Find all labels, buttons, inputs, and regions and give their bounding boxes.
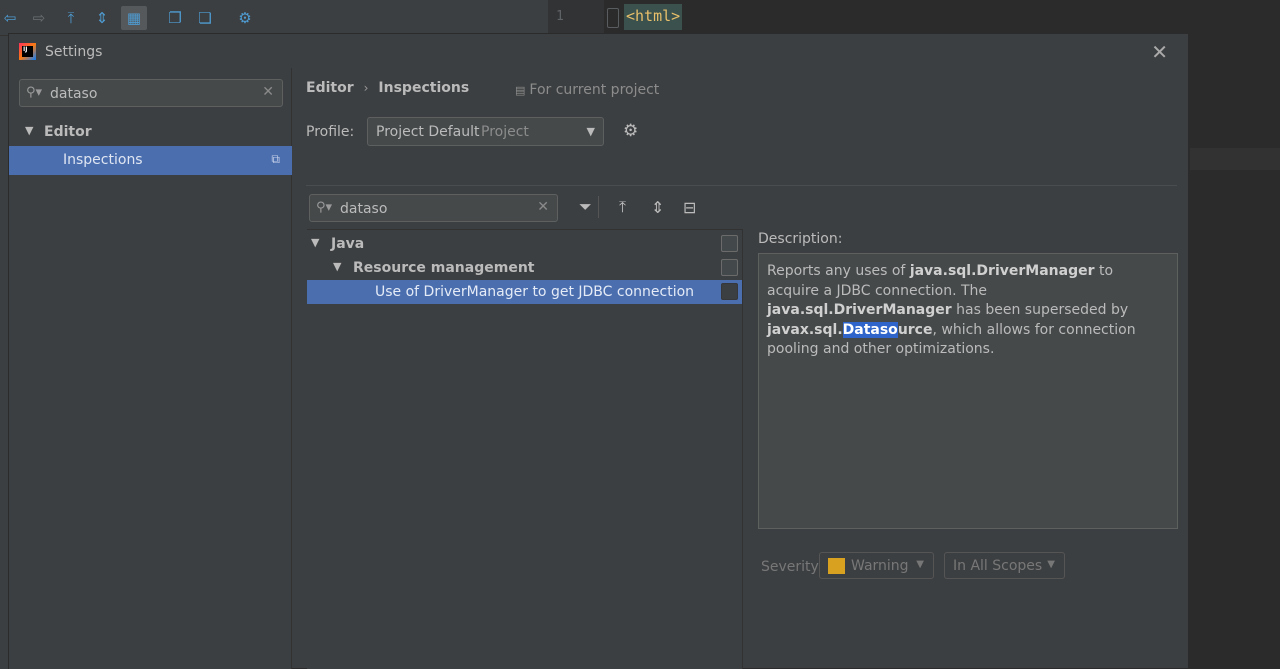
filter-icon[interactable]: ⏷ [579, 196, 592, 218]
scope-value: In All Scopes [953, 558, 1043, 574]
description-code: java.sql.DriverManager [767, 302, 952, 318]
tree-row-label: Resource management [353, 260, 535, 276]
inspections-panel: Editor › Inspections ▤ For current project … [293, 68, 1190, 669]
severity-dropdown[interactable]: Warning ▼ [819, 552, 934, 579]
clear-search-icon[interactable]: ✕ [262, 84, 274, 100]
breadcrumb-item: Editor [306, 80, 354, 96]
title-bar[interactable]: IJ Settings ✕ [9, 34, 1188, 68]
tree-item-label: Inspections [63, 152, 143, 168]
settings-search-input[interactable] [50, 84, 252, 104]
ide-left-edge [0, 36, 8, 669]
scope-note-text: For current project [529, 82, 660, 98]
tree-item-label: Editor [44, 124, 92, 140]
severity-color-swatch [828, 558, 845, 574]
collapse-all-icon[interactable]: ⇕ [92, 8, 112, 28]
window-settings-icon[interactable]: ❏ [195, 8, 215, 28]
search-icon: ⚲▾ [316, 200, 333, 215]
enable-checkbox[interactable] [721, 259, 738, 276]
reset-icon[interactable]: ⊟ [683, 196, 696, 218]
description-code: java.sql.DriverManager [909, 263, 1095, 279]
tree-row-driver-manager[interactable]: Use of DriverManager to get JDBC connect… [307, 280, 742, 304]
expand-all-icon[interactable]: ⤒ [619, 196, 626, 218]
collapse-all-icon[interactable]: ⇕ [651, 196, 664, 218]
breadcrumb-item: Inspections [378, 80, 470, 96]
settings-gear-icon[interactable]: ⚙ [235, 8, 255, 28]
severity-label: Severity: [761, 559, 823, 575]
scope-dropdown[interactable]: In All Scopes ▼ [944, 552, 1065, 579]
search-icon: ⚲▾ [26, 85, 43, 100]
current-line-highlight [1190, 148, 1280, 170]
inspection-search-field[interactable]: ⚲▾ ✕ [309, 194, 558, 222]
tree-row-label: Use of DriverManager to get JDBC connect… [375, 284, 695, 300]
expand-triangle-icon[interactable]: ▼ [25, 124, 33, 137]
app-logo-icon: IJ [19, 43, 36, 60]
description-text: Reports any uses of java.sql.DriverManag… [758, 253, 1178, 529]
profile-dropdown[interactable]: Project Default Project ▼ [367, 117, 604, 146]
clear-search-icon[interactable]: ✕ [537, 199, 549, 215]
dialog-title: Settings [45, 44, 103, 60]
expand-all-icon[interactable]: ⤒ [61, 8, 81, 28]
breadcrumb-separator: › [363, 81, 369, 95]
project-scope-icon: ⧉ [271, 152, 280, 166]
toolbar-separator [598, 196, 599, 218]
description-code-part: javax.sql. [767, 321, 843, 338]
back-arrow-icon[interactable]: ⇦ [0, 8, 20, 28]
document-icon: ▤ [515, 84, 526, 97]
tree-item-inspections[interactable]: Inspections ⧉ [9, 146, 292, 175]
settings-dialog: IJ Settings ✕ ⚲▾ ✕ ▼ Editor Inspections … [8, 33, 1189, 669]
tree-item-editor[interactable]: ▼ Editor [9, 118, 291, 146]
inspection-tree: ▼ Java ▼ Resource management Use of Driv… [307, 229, 743, 669]
scope-note: ▤ For current project [515, 82, 659, 98]
line-number: 1 [556, 9, 564, 24]
ide-toolbar: ⇦ ⇨ ⤒ ⇕ ▦ ❐ ❏ ⚙ [0, 0, 548, 36]
chevron-down-icon: ▼ [1047, 559, 1055, 570]
chevron-down-icon: ▼ [916, 559, 924, 570]
tree-row-java[interactable]: ▼ Java [307, 232, 742, 256]
chevron-down-icon: ▼ [586, 125, 595, 138]
description-segment: has been superseded by [951, 302, 1129, 318]
severity-value: Warning [851, 558, 909, 574]
expand-triangle-icon[interactable]: ▼ [311, 236, 319, 249]
tree-row-resource-management[interactable]: ▼ Resource management [307, 256, 742, 280]
expand-triangle-icon[interactable]: ▼ [333, 260, 341, 273]
search-match-highlight: Dataso [842, 321, 898, 338]
description-segment: Reports any uses of [767, 263, 910, 279]
description-code: javax.sql.Datasource [767, 321, 933, 338]
divider [306, 185, 1177, 186]
editor-code[interactable]: <html> [624, 4, 683, 30]
enable-checkbox[interactable] [721, 283, 738, 300]
settings-nav-panel: ⚲▾ ✕ ▼ Editor Inspections ⧉ [9, 68, 292, 669]
profile-label: Profile: [306, 124, 355, 140]
description-code-part: urce [897, 321, 933, 338]
settings-search-field[interactable]: ⚲▾ ✕ [19, 79, 283, 107]
breadcrumb: Editor › Inspections [306, 80, 469, 96]
tree-row-label: Java [331, 236, 365, 252]
fold-marker-icon[interactable] [607, 8, 619, 28]
inspection-search-input[interactable] [340, 199, 527, 219]
window-icon[interactable]: ❐ [165, 8, 185, 28]
forward-arrow-icon[interactable]: ⇨ [29, 8, 49, 28]
description-label: Description: [758, 231, 843, 247]
enable-checkbox[interactable] [721, 235, 738, 252]
gear-icon[interactable]: ⚙ [623, 121, 638, 141]
profile-name: Project Default [376, 124, 480, 140]
close-button[interactable]: ✕ [1151, 40, 1168, 64]
profile-tag: Project [481, 124, 529, 140]
layout-icon[interactable]: ▦ [121, 6, 147, 30]
